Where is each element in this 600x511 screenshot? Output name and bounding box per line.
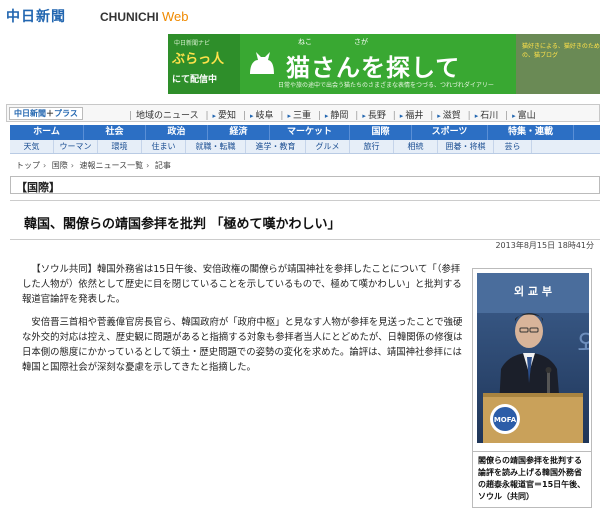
svg-text:외: 외 [577,330,589,360]
nav-home[interactable]: ホーム [10,125,84,140]
subnav-gourmet[interactable]: グルメ [306,140,350,153]
nav-sports[interactable]: スポーツ [412,125,488,140]
region-link-fukui[interactable]: 福井 [405,111,423,121]
article-photo[interactable]: 외 교 부 외 MOFA [477,273,589,443]
region-link-local-news[interactable]: 地域のニュース [136,111,199,121]
cat-silhouette-icon [250,52,274,74]
banner-brand-panel: 中日新聞ナビ ぶらっ人 にて配信中 [168,34,240,94]
breadcrumb-international[interactable]: 国際 [52,161,68,170]
nav-economy[interactable]: 経済 [208,125,270,140]
article-timestamp: 2013年8月15日 18時41分 [495,241,594,250]
article-headline: 韓国、閣僚らの靖国参拝を批判 「極めて嘆かわしい」 [24,217,341,232]
subnav-environment[interactable]: 環境 [98,140,142,153]
breadcrumb: トップ › 国際 › 速報ニュース一覧 › 記事 [16,161,171,170]
chunichi-plus-logo[interactable]: 中日新聞＋プラス [9,107,83,120]
subnav-housing[interactable]: 住まい [142,140,186,153]
mofa-logo-text: MOFA [494,416,517,424]
breadcrumb-top[interactable]: トップ [16,161,40,170]
article-body: 【ソウル共同】韓国外務省は15日午後、安倍政権の閣僚らが靖国神社を参拝したことに… [22,262,466,383]
nav-international[interactable]: 国際 [350,125,412,140]
subnav-inheritance[interactable]: 相続 [394,140,438,153]
region-link-aichi[interactable]: 愛知 [218,111,236,121]
breadcrumb-current: 記事 [154,161,171,170]
headline-box: 韓国、閣僚らの靖国参拝を批判 「極めて嘆かわしい」 [10,200,600,240]
article-photo-frame: 외 교 부 외 MOFA [472,268,592,452]
banner-ad[interactable]: 中日新聞ナビ ぶらっ人 にて配信中 ねこ さが 猫さんを探して 日常や旅の途中で… [168,34,600,94]
subnav-woman[interactable]: ウーマン [54,140,98,153]
nav-features[interactable]: 特集・連載 [488,125,574,140]
subnav-education[interactable]: 進学・教育 [246,140,306,153]
article-paragraph: 安倍晋三首相や菅義偉官房長官ら、韓国政府が「政府中枢」と見なす人物が参拝を見送っ… [22,317,463,373]
photo-caption-box: 閣僚らの靖国参拝を批判する論評を読み上げる韓国外務省の趙泰永報道官＝15日午後、… [472,452,592,508]
article-paragraph: 【ソウル共同】韓国外務省は15日午後、安倍政権の閣僚らが靖国神社を参拝したことに… [22,264,462,305]
banner-brand: ぶらっ人 [172,52,225,67]
site-header: 中日新聞 CHUNICHI Web [0,0,600,34]
subnav-weather[interactable]: 天気 [10,140,54,153]
nav-market[interactable]: マーケット [270,125,350,140]
banner-cat-photo: 猫好きによる、猫好きのための、猫ブログ [516,34,600,94]
site-logo-english[interactable]: CHUNICHI Web [100,9,189,24]
region-link-toyama[interactable]: 富山 [518,111,536,121]
regional-bar: 中日新聞＋プラス | 地域のニュース | ▸ 愛知 | ▸ 岐阜 | ▸ 三重 | ▸ 静岡 | ▸… [6,104,600,122]
nav-society[interactable]: 社会 [84,125,146,140]
region-link-gifu[interactable]: 岐阜 [256,111,274,121]
region-link-ishikawa[interactable]: 石川 [480,111,498,121]
banner-title: 猫さんを探して [286,54,461,82]
subnav-travel[interactable]: 旅行 [350,140,394,153]
sub-nav: 天気 ウーマン 環境 住まい 就職・転職 進学・教育 グルメ 旅行 相続 囲碁・… [10,140,600,154]
site-logo[interactable]: 中日新聞 [6,6,66,26]
section-header: 【国際】 [10,176,600,194]
subnav-jobs[interactable]: 就職・転職 [186,140,246,153]
breadcrumb-news-list[interactable]: 速報ニュース一覧 [80,161,144,170]
main-nav: ホーム 社会 政治 経済 マーケット 国際 スポーツ 特集・連載 [10,125,600,140]
region-link-mie[interactable]: 三重 [293,111,311,121]
nav-politics[interactable]: 政治 [146,125,208,140]
region-link-shiga[interactable]: 滋賀 [443,111,461,121]
region-links: | 地域のニュース | ▸ 愛知 | ▸ 岐阜 | ▸ 三重 | ▸ 静岡 | ▸ 長野 | ▸ 福井 |… [129,111,536,121]
subnav-arts[interactable]: 芸ら [494,140,532,153]
photo-sign-text: 외 교 부 [514,284,552,298]
subnav-go-shogi[interactable]: 囲碁・将棋 [438,140,494,153]
photo-caption: 閣僚らの靖国参拝を批判する論評を読み上げる韓国外務省の趙泰永報道官＝15日午後、… [478,456,586,501]
section-title: 【国際】 [16,181,60,194]
region-link-nagano[interactable]: 長野 [368,111,386,121]
region-link-shizuoka[interactable]: 静岡 [330,111,348,121]
